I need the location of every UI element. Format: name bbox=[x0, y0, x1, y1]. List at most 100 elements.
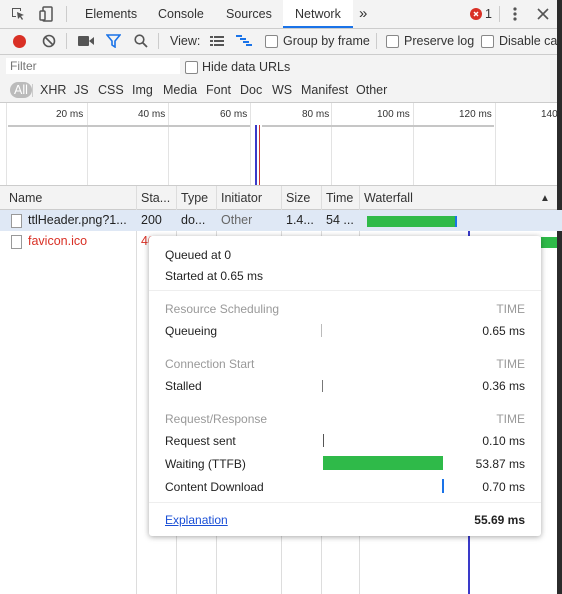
started-at-text: Started at 0.65 ms bbox=[165, 269, 264, 283]
close-icon[interactable] bbox=[536, 7, 550, 21]
overview-tick-label: 120 ms bbox=[459, 109, 492, 120]
type-filter-doc[interactable]: Doc bbox=[240, 83, 262, 97]
error-icon[interactable] bbox=[470, 8, 482, 20]
overview-tick-label: 140 bbox=[541, 109, 558, 120]
type-filter-other[interactable]: Other bbox=[356, 83, 387, 97]
content-download-bar bbox=[442, 479, 444, 493]
waiting-ttfb-label: Waiting (TTFB) bbox=[165, 457, 246, 471]
more-tabs-button[interactable]: » bbox=[359, 0, 367, 28]
type-filter-js[interactable]: JS bbox=[74, 83, 89, 97]
hide-data-urls-label[interactable]: Hide data URLs bbox=[202, 60, 290, 74]
row-initiator: Other bbox=[221, 213, 253, 227]
stalled-bar bbox=[322, 380, 323, 392]
preserve-log-label[interactable]: Preserve log bbox=[404, 34, 474, 48]
file-icon bbox=[11, 235, 22, 249]
time-column-header: TIME bbox=[496, 412, 525, 426]
section-resource-scheduling: Resource Scheduling bbox=[165, 302, 280, 316]
stalled-label: Stalled bbox=[165, 379, 202, 393]
overview-waterfall-icon[interactable] bbox=[236, 35, 252, 47]
overview-request-bar bbox=[8, 125, 250, 127]
waterfall-bar[interactable] bbox=[367, 216, 455, 227]
request-sent-label: Request sent bbox=[165, 434, 236, 448]
column-header-time[interactable]: Time bbox=[326, 191, 353, 205]
sort-ascending-icon[interactable]: ▲ bbox=[540, 193, 550, 204]
inspect-element-icon[interactable] bbox=[10, 6, 26, 22]
grid-line bbox=[413, 103, 414, 185]
total-time-value: 55.69 ms bbox=[474, 513, 525, 527]
tab-network[interactable]: Network bbox=[283, 0, 353, 28]
table-row[interactable]: ttlHeader.png?1... 200 do... Other 1.4..… bbox=[0, 210, 562, 231]
grid-line bbox=[87, 103, 88, 185]
document-file-icon bbox=[11, 214, 22, 228]
time-column-header: TIME bbox=[496, 302, 525, 316]
type-filter-all[interactable]: All bbox=[10, 82, 32, 98]
filter-input[interactable] bbox=[6, 58, 180, 74]
error-count[interactable]: 1 bbox=[485, 0, 492, 28]
group-by-frame-label[interactable]: Group by frame bbox=[283, 34, 370, 48]
divider bbox=[149, 290, 541, 291]
record-icon[interactable] bbox=[12, 34, 27, 49]
stalled-value: 0.36 ms bbox=[482, 379, 525, 393]
row-status: 200 bbox=[141, 213, 162, 227]
queueing-label: Queueing bbox=[165, 324, 218, 338]
preserve-log-checkbox[interactable] bbox=[386, 35, 399, 48]
divider bbox=[32, 84, 33, 97]
divider bbox=[499, 6, 500, 22]
overview-request-bar bbox=[262, 125, 494, 127]
type-filter-font[interactable]: Font bbox=[206, 83, 231, 97]
network-toolbar: View: Group by frame Preserve log Disabl… bbox=[0, 29, 562, 55]
row-name[interactable]: favicon.ico bbox=[28, 234, 87, 248]
column-header-status[interactable]: Sta... bbox=[141, 191, 170, 205]
timing-popover: Queued at 0 Started at 0.65 ms Resource … bbox=[149, 236, 541, 536]
group-by-frame-checkbox[interactable] bbox=[265, 35, 278, 48]
tab-elements[interactable]: Elements bbox=[85, 0, 137, 28]
column-header-size[interactable]: Size bbox=[286, 191, 310, 205]
type-filter-css[interactable]: CSS bbox=[98, 83, 124, 97]
overview-tick-label: 20 ms bbox=[56, 109, 84, 120]
overview-tick-label: 40 ms bbox=[138, 109, 166, 120]
row-name[interactable]: ttlHeader.png?1... bbox=[28, 213, 134, 227]
resource-type-filter-bar: All XHR JS CSS Img Media Font Doc WS Man… bbox=[0, 79, 562, 103]
screenshot-camera-icon[interactable] bbox=[78, 35, 94, 47]
window-edge bbox=[557, 0, 562, 594]
divider bbox=[66, 33, 67, 49]
devtools-tab-bar: Elements Console Sources Network » 1 bbox=[0, 0, 562, 29]
hide-data-urls-checkbox[interactable] bbox=[185, 61, 198, 74]
type-filter-ws[interactable]: WS bbox=[272, 83, 292, 97]
explanation-link[interactable]: Explanation bbox=[165, 513, 228, 527]
column-header-waterfall[interactable]: Waterfall bbox=[364, 191, 413, 205]
filter-bar: Hide data URLs bbox=[0, 55, 562, 79]
queued-at-text: Queued at 0 bbox=[165, 248, 232, 262]
queueing-value: 0.65 ms bbox=[482, 324, 525, 338]
type-filter-media[interactable]: Media bbox=[163, 83, 197, 97]
content-download-value: 0.70 ms bbox=[482, 480, 525, 494]
row-type: do... bbox=[181, 213, 206, 227]
queueing-bar bbox=[321, 324, 322, 337]
column-header-initiator[interactable]: Initiator bbox=[221, 191, 262, 205]
disable-cache-checkbox[interactable] bbox=[481, 35, 494, 48]
grid-line bbox=[6, 103, 7, 185]
divider bbox=[149, 502, 541, 503]
column-header-name[interactable]: Name bbox=[9, 191, 42, 205]
divider bbox=[376, 33, 377, 49]
kebab-menu-icon[interactable] bbox=[508, 6, 522, 22]
disable-cache-label[interactable]: Disable cache bbox=[499, 34, 562, 48]
tab-console[interactable]: Console bbox=[158, 0, 204, 28]
tab-sources[interactable]: Sources bbox=[226, 0, 272, 28]
search-icon[interactable] bbox=[134, 34, 148, 48]
type-filter-xhr[interactable]: XHR bbox=[40, 83, 66, 97]
clear-icon[interactable] bbox=[42, 34, 56, 48]
type-filter-img[interactable]: Img bbox=[132, 83, 153, 97]
large-rows-icon[interactable] bbox=[210, 36, 224, 46]
column-header-type[interactable]: Type bbox=[181, 191, 208, 205]
network-overview-timeline[interactable]: 20 ms 40 ms 60 ms 80 ms 100 ms 120 ms 14… bbox=[0, 103, 562, 186]
overview-tick-label: 80 ms bbox=[302, 109, 330, 120]
waterfall-bar[interactable] bbox=[541, 237, 557, 248]
request-sent-value: 0.10 ms bbox=[482, 434, 525, 448]
device-toolbar-icon[interactable] bbox=[38, 5, 56, 23]
waiting-ttfb-value: 53.87 ms bbox=[475, 457, 525, 471]
filter-icon[interactable] bbox=[106, 34, 121, 48]
grid-line bbox=[250, 103, 251, 185]
type-filter-manifest[interactable]: Manifest bbox=[301, 83, 348, 97]
load-event-marker bbox=[259, 125, 260, 185]
